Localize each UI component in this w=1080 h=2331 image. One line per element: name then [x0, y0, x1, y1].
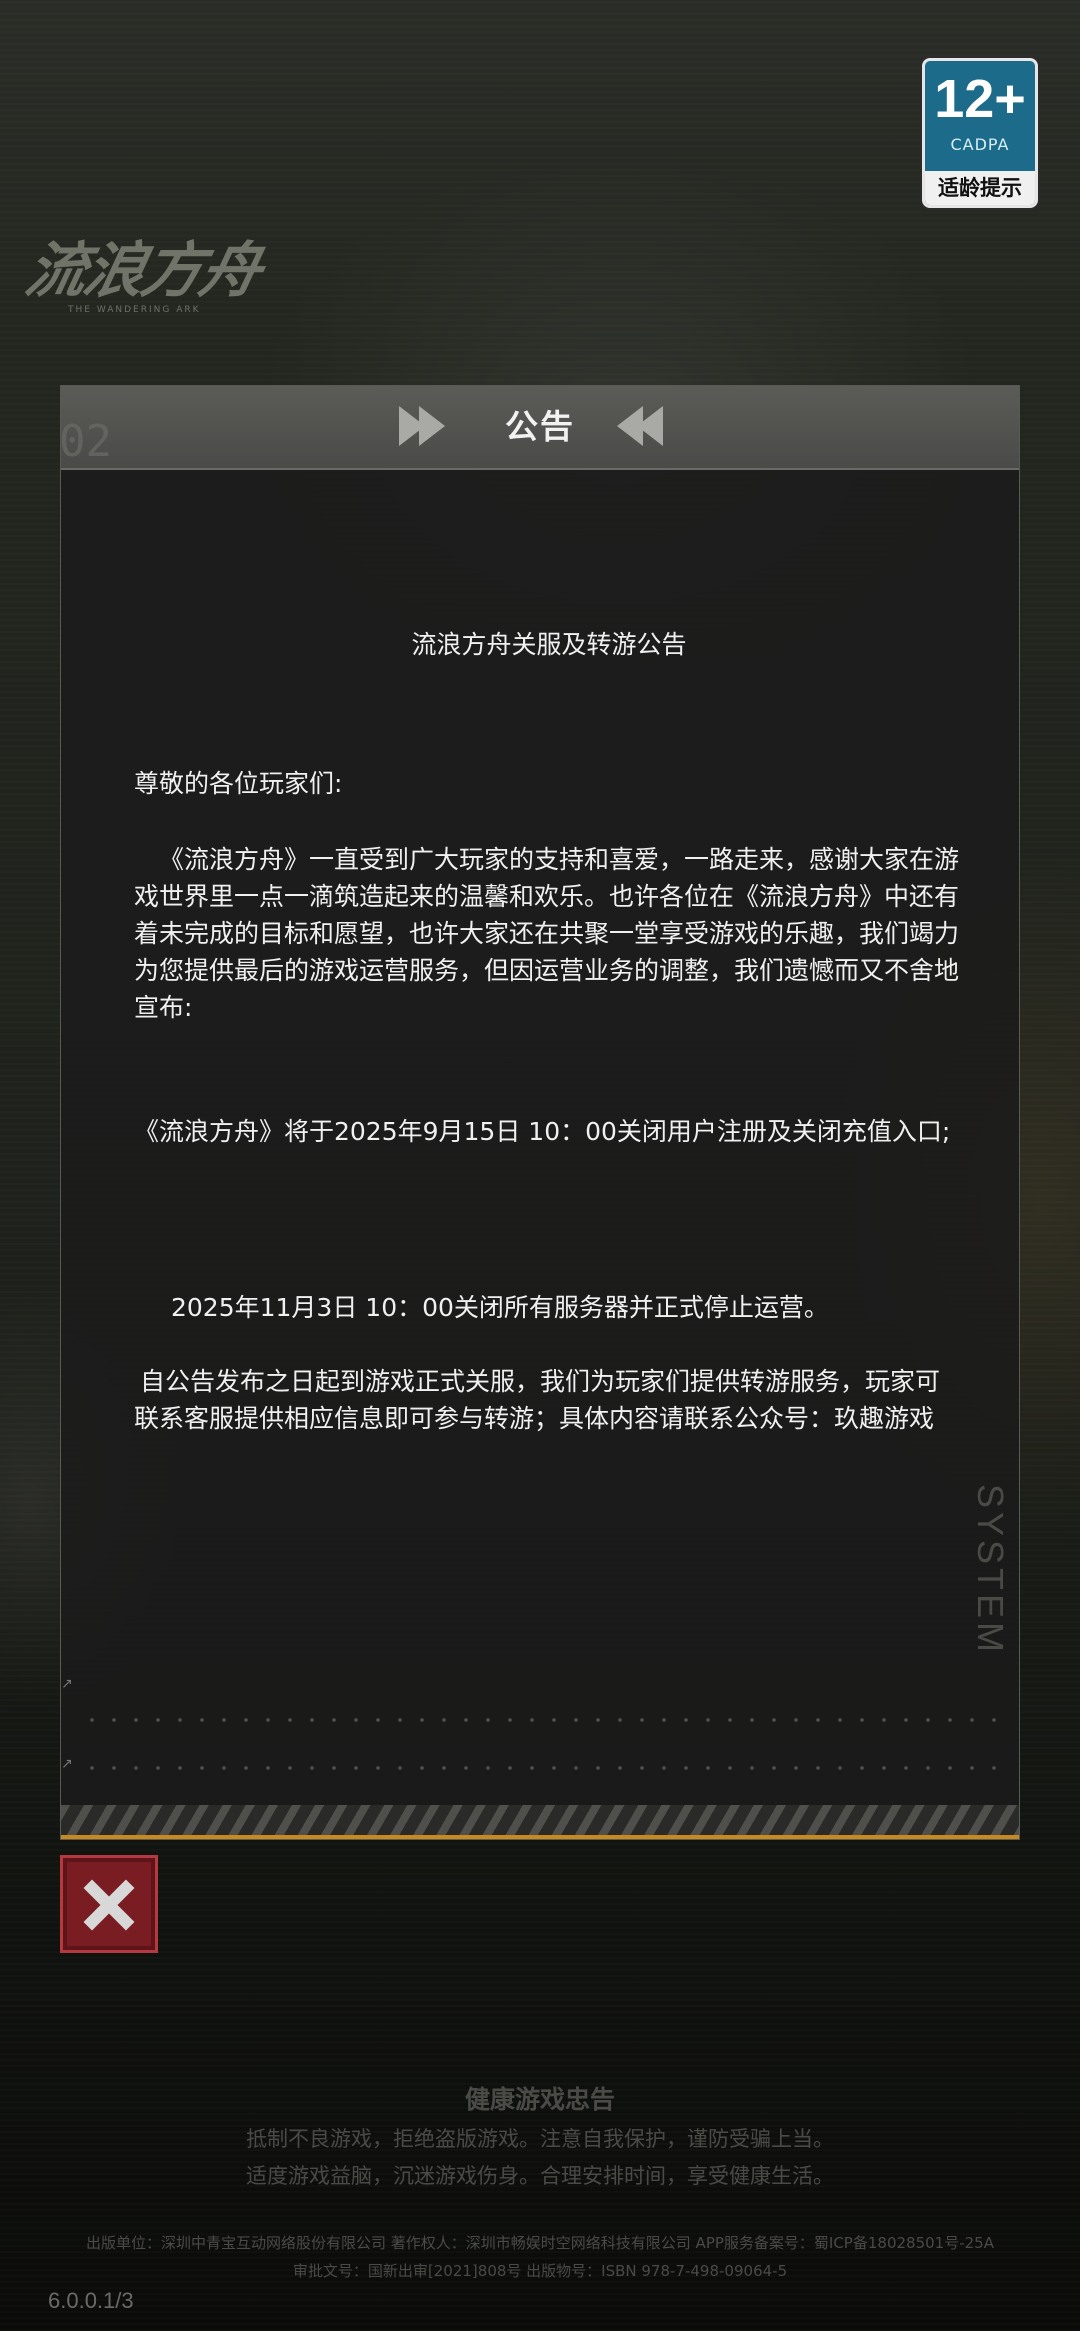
game-logo: 流浪方舟 THE WANDERING ARK	[19, 222, 278, 315]
age-rating-badge[interactable]: 12+ CADPA 适龄提示	[922, 58, 1038, 208]
corner-arrow-icon: ↗	[61, 1676, 73, 1692]
health-notice-line: 适度游戏益脑，沉迷游戏伤身。合理安排时间，享受健康生活。	[246, 2164, 834, 2188]
announcement-dialog: 02 公告 流浪方舟关服及转游公告 尊敬的各位玩家们: 《流浪方舟》一直受到广大…	[59, 385, 1020, 1840]
decorative-divider	[81, 1766, 999, 1770]
announcement-paragraph: 《流浪方舟》一直受到广大玩家的支持和喜爱，一路走来，感谢大家在游戏世界里一点一滴…	[134, 845, 960, 1022]
announcement-heading: 流浪方舟关服及转游公告	[411, 630, 687, 659]
version-label: 6.0.0.1/3	[48, 2288, 134, 2313]
side-label: SYSTEM	[970, 1483, 1011, 1656]
dialog-title: 公告	[505, 407, 575, 446]
corner-arrow-icon: ↗	[61, 1756, 73, 1772]
announcement-greeting: 尊敬的各位玩家们:	[134, 769, 343, 798]
age-rating-org: CADPA	[950, 135, 1010, 154]
announcement-paragraph: 《流浪方舟》将于2025年9月15日 10：00关闭用户注册及关闭充值入口;	[134, 1117, 951, 1146]
age-rating-tip: 适龄提示	[925, 171, 1035, 205]
decorative-divider	[81, 1718, 999, 1722]
chevron-left-icon	[617, 406, 663, 446]
age-rating-number: 12+	[934, 69, 1026, 129]
publication-info: 出版单位：深圳中青宝互动网络股份有限公司 著作权人：深圳市畅娱时空网络科技有限公…	[86, 2234, 994, 2252]
logo-title: 流浪方舟	[19, 236, 267, 306]
close-button[interactable]	[60, 1855, 158, 1953]
announcement-paragraph: 2025年11月3日 10：00关闭所有服务器并正式停止运营。	[171, 1293, 829, 1322]
hazard-stripe	[61, 1805, 1019, 1839]
publication-info: 审批文号：国新出审[2021]808号 出版物号：ISBN 978-7-498-…	[292, 2262, 788, 2280]
health-notice-line: 抵制不良游戏，拒绝盗版游戏。注意自我保护，谨防受骗上当。	[246, 2127, 834, 2151]
announcement-paragraph: 自公告发布之日起到游戏正式关服，我们为玩家们提供转游服务，玩家可联系客服提供相应…	[134, 1367, 941, 1433]
dialog-header: 02 公告	[59, 386, 1019, 470]
health-notice-title: 健康游戏忠告	[464, 2085, 615, 2114]
